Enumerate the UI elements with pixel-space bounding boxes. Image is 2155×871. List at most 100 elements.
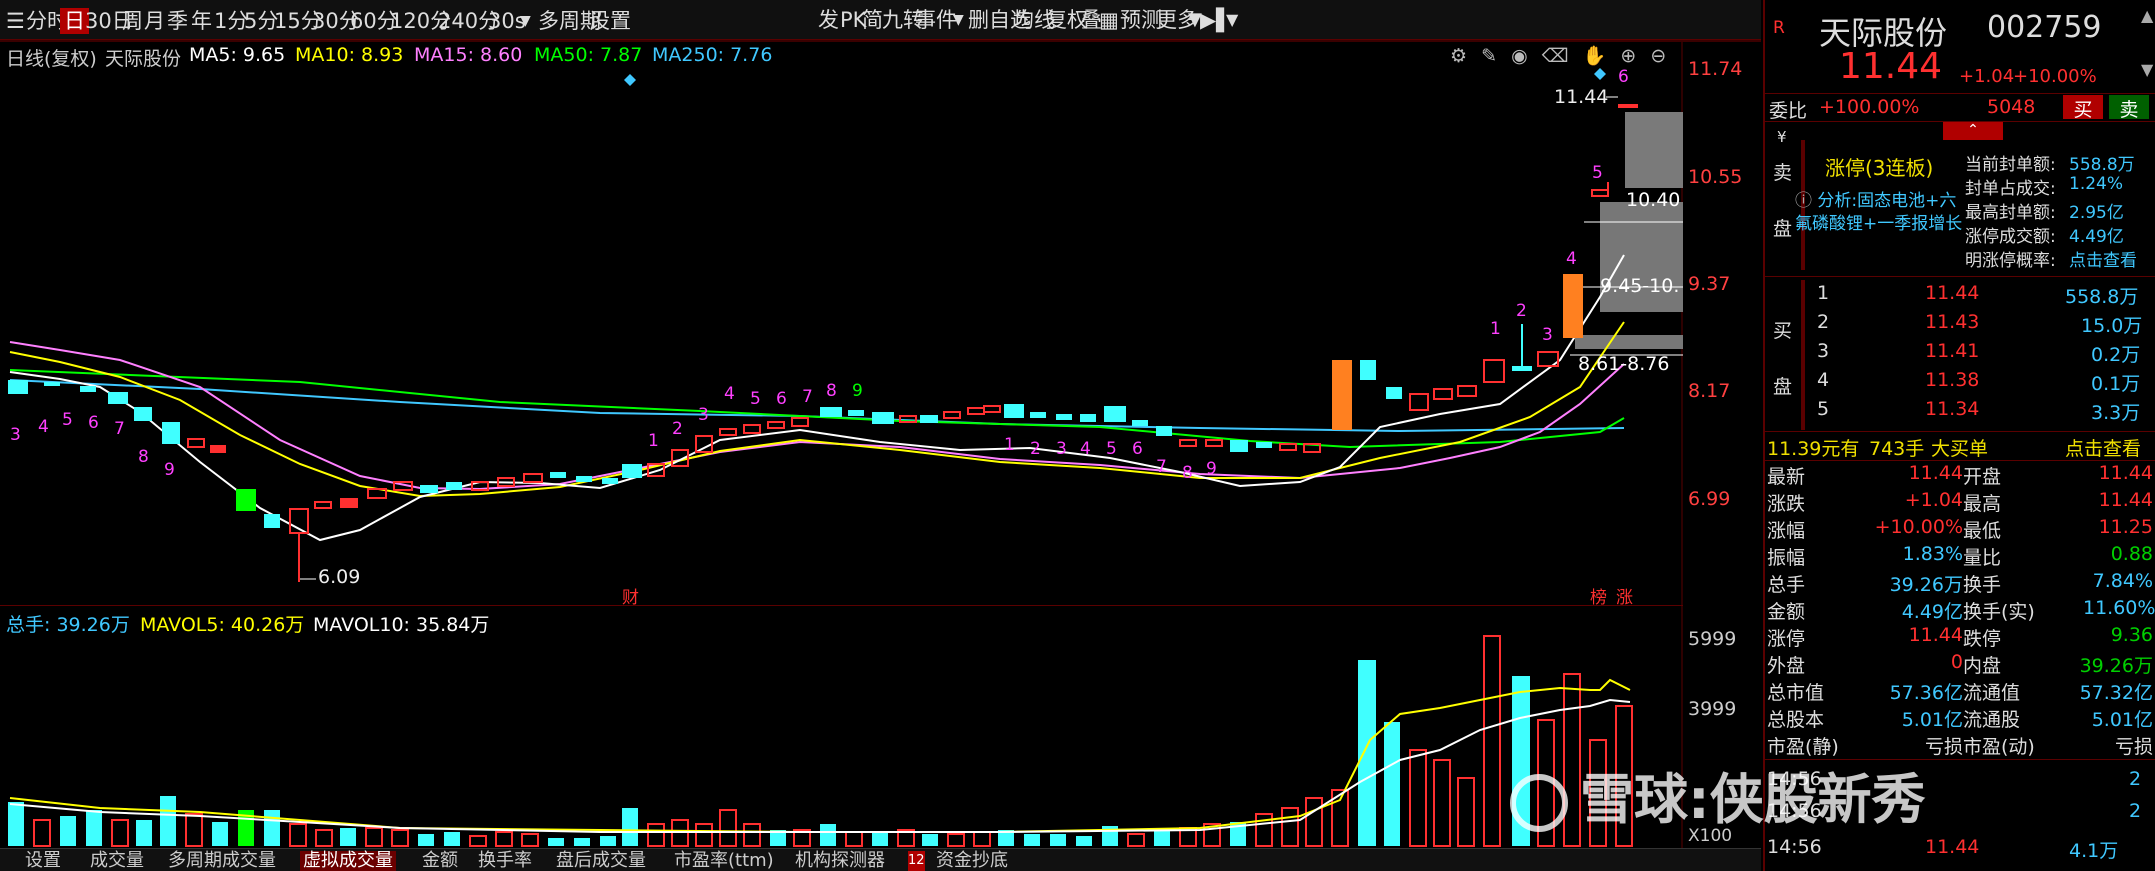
buy-side-label-2: 盘 xyxy=(1773,376,1793,398)
bigorder-volume: 743手 xyxy=(1869,438,1925,460)
vol-bar xyxy=(264,810,280,846)
vol-bar xyxy=(1050,834,1066,846)
table-label: 涨停 xyxy=(1767,628,1806,650)
vol-bar xyxy=(1076,836,1092,846)
buy-button[interactable]: 买 xyxy=(2063,95,2103,121)
td-num: 9 xyxy=(1206,459,1217,479)
tab-year[interactable]: 年 xyxy=(191,8,212,34)
tab-week[interactable]: 周 xyxy=(122,8,143,34)
candle xyxy=(719,428,737,436)
collapse-icon[interactable]: ▼ xyxy=(1226,4,1238,36)
limit-title: 涨停(3连板) xyxy=(1825,156,1934,180)
td-num: 3 xyxy=(1056,439,1067,459)
event-marker-icon[interactable] xyxy=(624,74,636,86)
table-value: +10.00% xyxy=(1874,516,1963,538)
table-label: 涨幅 xyxy=(1767,520,1806,542)
chevron-down-icon[interactable]: ▼ xyxy=(520,8,531,34)
tab-turnover[interactable]: 换手率 xyxy=(478,851,532,871)
candle xyxy=(108,392,128,404)
candle xyxy=(1591,189,1609,197)
candle xyxy=(446,482,462,490)
bid-level: 2 xyxy=(1817,311,1830,333)
table-label: 流通股 xyxy=(1963,709,2021,731)
menu-icon[interactable]: ☰ xyxy=(6,8,25,34)
view-probability-link[interactable]: 点击查看 xyxy=(2069,246,2137,271)
volume-chart[interactable] xyxy=(0,610,1683,848)
td-num: 7 xyxy=(114,419,125,439)
divider xyxy=(1765,276,2155,277)
y-label: 6.99 xyxy=(1688,488,1731,510)
favorite-icon[interactable]: R xyxy=(1773,18,1785,38)
stat-value: 558.8万 xyxy=(2069,155,2135,175)
tab-pe-ttm[interactable]: 市盈率(ttm) xyxy=(674,851,774,871)
vol-bar xyxy=(1127,833,1145,847)
vol-bar xyxy=(548,838,564,846)
table-label: 外盘 xyxy=(1767,655,1806,677)
btn-simple[interactable]: 简 xyxy=(862,4,883,36)
candle xyxy=(983,405,1001,413)
side-bar xyxy=(1801,280,1805,430)
scroll-down-icon[interactable]: ▼ xyxy=(2141,60,2153,79)
tab-amount[interactable]: 金额 xyxy=(422,851,458,871)
btn-fa[interactable]: 发 xyxy=(818,4,839,36)
td-num: 7 xyxy=(802,387,813,407)
stat-label: 最高封单额: xyxy=(1965,203,2056,223)
td-num: 6 xyxy=(1618,67,1629,87)
quote-panel: R 天际股份 002759 11.44 +1.04 +10.00% ▲ ▼ 委比… xyxy=(1763,0,2155,871)
candle xyxy=(1004,404,1024,418)
candle xyxy=(576,476,592,482)
candle xyxy=(162,422,180,444)
scroll-up-icon[interactable]: ▲ xyxy=(2141,6,2153,25)
tab-fund-bottom[interactable]: 资金抄底 xyxy=(936,851,1008,871)
bid-price: 11.41 xyxy=(1925,340,1980,362)
tab-virtual-volume[interactable]: 虚拟成交量 xyxy=(300,851,396,871)
btn-events[interactable]: 事件 xyxy=(915,4,957,36)
tab-multi-volume[interactable]: 多周期成交量 xyxy=(168,851,276,871)
table-value: 11.60% xyxy=(2083,597,2155,619)
chevron-down-icon[interactable]: ▼ xyxy=(953,4,964,36)
table-label: 流通值 xyxy=(1963,682,2021,704)
table-label: 最高 xyxy=(1963,493,2002,515)
candle xyxy=(872,412,894,424)
last-price: 11.44 xyxy=(1839,46,1943,87)
price-change-pct: +10.00% xyxy=(2013,66,2097,87)
td-counts: 3 4 5 6 7 8 9 1 2 3 4 5 6 7 8 9 1 2 3 4 … xyxy=(10,67,1629,483)
table-label: 最新 xyxy=(1767,466,1806,488)
divider xyxy=(1765,460,2155,461)
candle xyxy=(1080,414,1096,422)
tab-month[interactable]: 月 xyxy=(144,8,165,34)
event-marker-icon[interactable] xyxy=(1594,68,1606,80)
td-num: 1 xyxy=(1004,435,1015,455)
tab-after-volume[interactable]: 盘后成交量 xyxy=(556,851,646,871)
collapse-up-icon[interactable]: ⌃ xyxy=(1943,122,2003,140)
candle xyxy=(767,421,785,429)
vol-bar xyxy=(111,819,129,847)
candle xyxy=(80,386,96,392)
tab-season[interactable]: 季 xyxy=(167,8,188,34)
vol-bar xyxy=(743,823,761,847)
sell-button[interactable]: 卖 xyxy=(2109,95,2149,121)
candle xyxy=(134,407,152,421)
tab-settings[interactable]: 设置 xyxy=(25,851,61,871)
stat-value: 1.24% xyxy=(2069,174,2124,194)
high-value: 11.44 xyxy=(1554,86,1609,108)
tick-volume: 4.1万 xyxy=(2069,840,2119,862)
tab-inst-detector[interactable]: 机构探测器 xyxy=(795,851,885,871)
candle xyxy=(314,501,332,509)
candle xyxy=(340,498,358,508)
candle xyxy=(44,382,60,386)
candle xyxy=(820,407,842,417)
price-change: +1.04 xyxy=(1959,66,2015,87)
vol-bar xyxy=(521,833,539,847)
bigorder-link[interactable]: 点击查看 xyxy=(2065,434,2141,461)
vol-bar xyxy=(1457,777,1475,847)
tab-settings[interactable]: 设置 xyxy=(589,8,631,34)
info-icon: ⓘ xyxy=(1795,191,1818,211)
price-chart[interactable]: 3 4 5 6 7 8 9 1 2 3 4 5 6 7 8 9 1 2 3 4 … xyxy=(0,42,1761,610)
vol-bar xyxy=(622,808,638,846)
td-num: 4 xyxy=(1080,439,1091,459)
grid-icon[interactable]: ▦ xyxy=(1099,4,1119,36)
vol-bar xyxy=(289,823,307,847)
bigorder-price: 11.39元有 xyxy=(1767,438,1860,460)
tab-volume[interactable]: 成交量 xyxy=(90,851,144,871)
